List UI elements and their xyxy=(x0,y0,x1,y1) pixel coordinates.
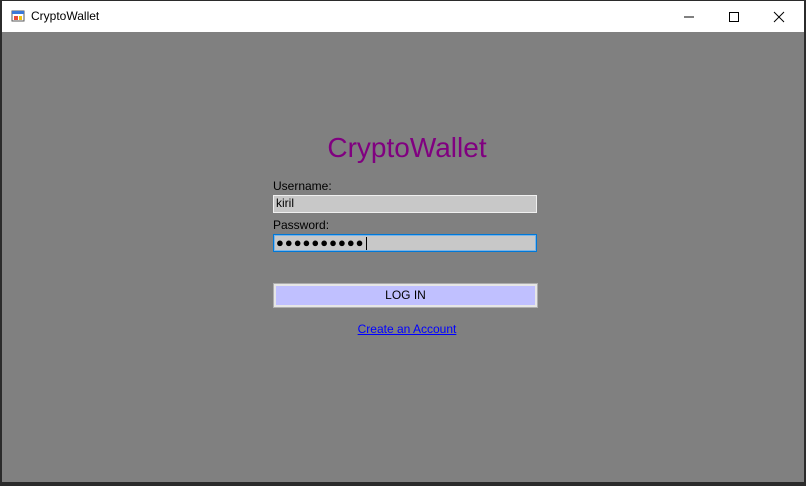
maximize-button[interactable] xyxy=(711,1,757,32)
minimize-button[interactable] xyxy=(666,1,712,32)
username-value: kiril xyxy=(276,196,294,210)
password-masked-value: ●●●●●●●●●● xyxy=(276,235,365,250)
app-window: CryptoWallet CryptoWallet Username: kiri… xyxy=(0,0,806,486)
window-title: CryptoWallet xyxy=(31,9,100,23)
username-label: Username: xyxy=(273,179,332,193)
password-label: Password: xyxy=(273,218,330,232)
login-button[interactable]: LOG IN xyxy=(273,283,538,308)
create-account-link[interactable]: Create an Account xyxy=(2,322,804,336)
close-button[interactable] xyxy=(756,1,802,32)
app-heading: CryptoWallet xyxy=(327,132,487,163)
close-icon xyxy=(773,11,785,22)
password-input[interactable]: ●●●●●●●●●● xyxy=(273,234,537,252)
login-panel: CryptoWallet Username: kiril Password: ●… xyxy=(2,32,804,482)
title-bar[interactable]: CryptoWallet xyxy=(2,1,804,32)
app-icon xyxy=(11,10,25,22)
text-caret xyxy=(365,237,367,251)
minimize-icon xyxy=(684,16,694,17)
username-input[interactable]: kiril xyxy=(273,195,537,213)
maximize-icon xyxy=(729,11,739,22)
